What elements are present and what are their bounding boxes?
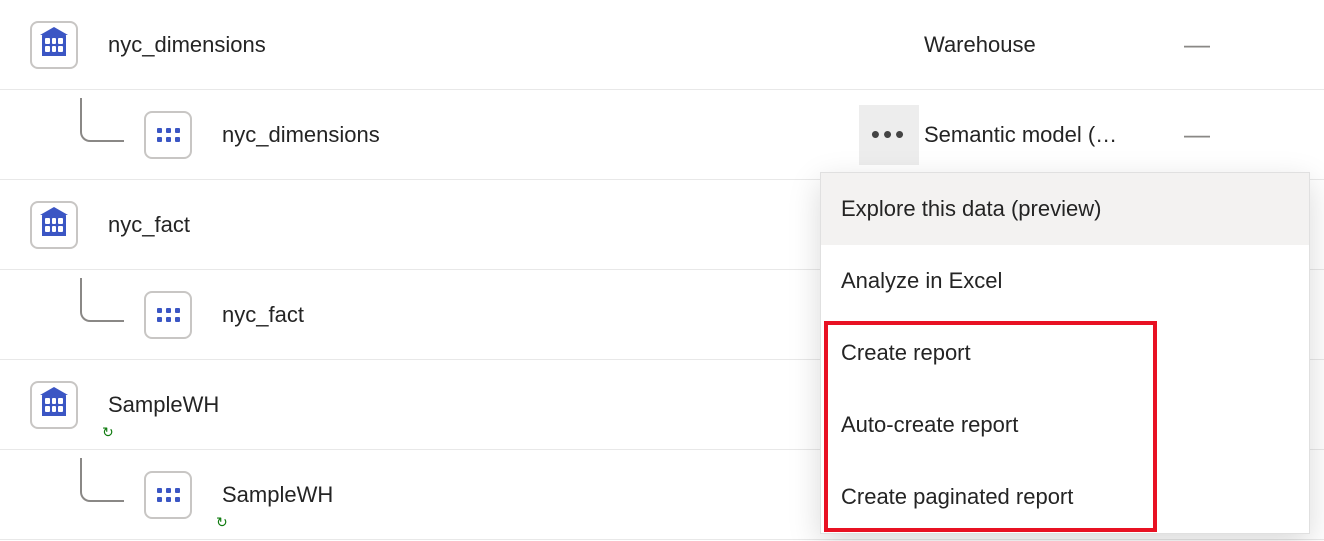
sensitivity-placeholder: — (1184, 119, 1324, 150)
item-row-semantic-model[interactable]: nyc_dimensions ••• Semantic model (… — (0, 90, 1324, 180)
menu-item-explore-data[interactable]: Explore this data (preview) (821, 173, 1309, 245)
refresh-badge-icon: ↻ (102, 424, 116, 438)
ellipsis-icon: ••• (871, 119, 907, 150)
item-name: SampleWH (108, 392, 219, 417)
menu-item-label: Analyze in Excel (841, 268, 1002, 294)
menu-item-create-report[interactable]: Create report (821, 317, 1309, 389)
menu-item-label: Auto-create report (841, 412, 1018, 438)
menu-item-analyze-excel[interactable]: Analyze in Excel (821, 245, 1309, 317)
item-row-warehouse[interactable]: nyc_dimensions Warehouse — (0, 0, 1324, 90)
tree-connector (80, 278, 124, 322)
item-name: SampleWH (222, 482, 333, 507)
context-menu: Explore this data (preview) Analyze in E… (820, 172, 1310, 534)
item-name: nyc_dimensions (108, 32, 266, 58)
menu-item-create-paginated-report[interactable]: Create paginated report (821, 461, 1309, 533)
semantic-model-icon (144, 111, 192, 159)
item-type: Warehouse (924, 32, 1184, 58)
item-type: Semantic model (… (924, 122, 1184, 148)
warehouse-icon (30, 201, 78, 249)
warehouse-icon (30, 21, 78, 69)
semantic-model-icon (144, 471, 192, 519)
sensitivity-placeholder: — (1184, 29, 1324, 60)
semantic-model-icon (144, 291, 192, 339)
more-options-button[interactable]: ••• (859, 105, 919, 165)
menu-item-auto-create-report[interactable]: Auto-create report (821, 389, 1309, 461)
item-name: nyc_dimensions (222, 122, 380, 148)
menu-item-label: Create report (841, 340, 971, 366)
refresh-badge-icon: ↻ (216, 514, 230, 528)
item-name: nyc_fact (222, 302, 304, 328)
menu-item-label: Create paginated report (841, 484, 1073, 510)
tree-connector (80, 98, 124, 142)
item-name: nyc_fact (108, 212, 190, 238)
tree-connector (80, 458, 124, 502)
warehouse-icon (30, 381, 78, 429)
menu-item-label: Explore this data (preview) (841, 196, 1101, 222)
